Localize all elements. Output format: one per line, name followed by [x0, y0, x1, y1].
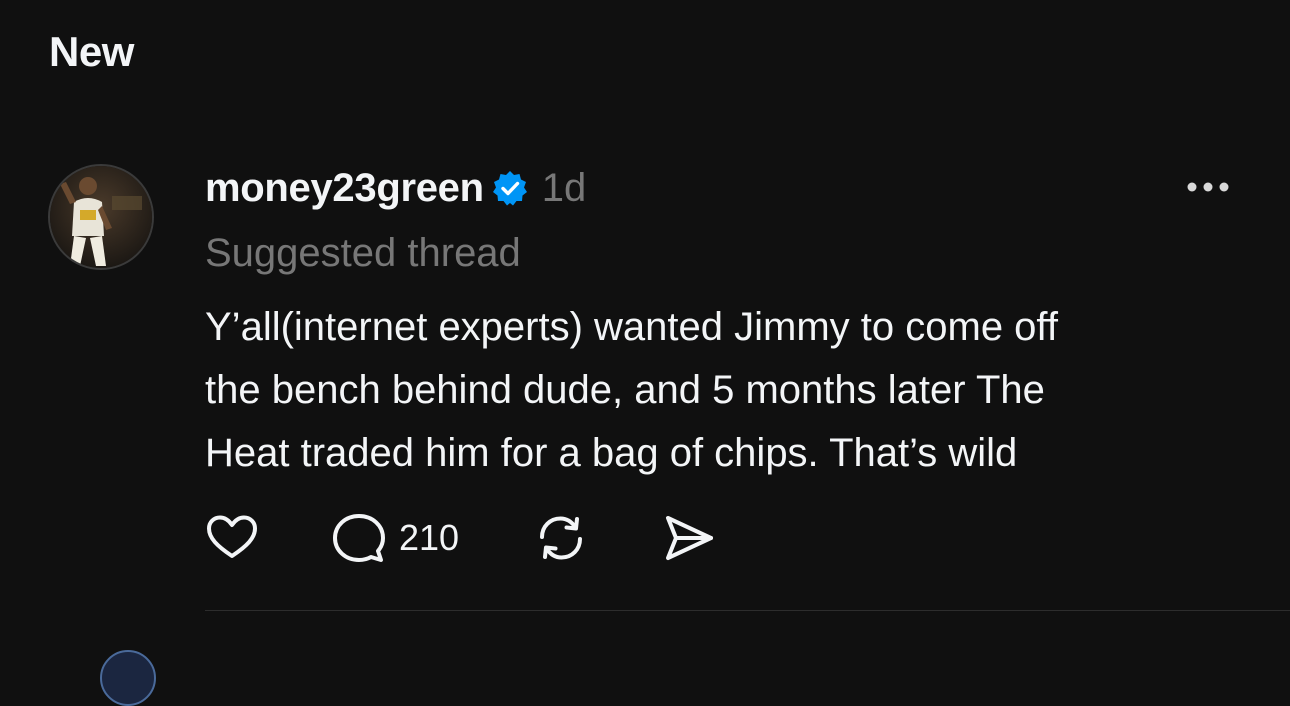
avatar[interactable] — [48, 164, 154, 270]
more-horizontal-icon — [1187, 182, 1229, 192]
heart-icon — [207, 515, 257, 558]
more-options-button[interactable] — [1183, 170, 1233, 204]
reply-count: 210 — [399, 517, 460, 558]
repost-button[interactable] — [535, 513, 587, 563]
post-divider — [205, 610, 1290, 611]
reply-button[interactable]: 210 — [333, 513, 459, 563]
post-actions: 210 — [205, 511, 715, 565]
post-text-line: Heat traded him for a bag of chips. That… — [205, 431, 1018, 475]
post-text: Y’all(internet experts) wanted Jimmy to … — [205, 296, 1265, 485]
share-button[interactable] — [663, 513, 715, 563]
send-icon — [666, 516, 714, 560]
comment-icon — [333, 514, 385, 562]
suggested-thread-label: Suggested thread — [205, 231, 521, 275]
post-header: money23green 1d — [205, 163, 586, 213]
next-post-avatar[interactable] — [100, 650, 156, 706]
timestamp: 1d — [541, 165, 587, 210]
username[interactable]: money23green — [205, 166, 484, 211]
repost-icon — [540, 516, 583, 560]
post-text-line: the bench behind dude, and 5 months late… — [205, 368, 1045, 412]
post-text-line: Y’all(internet experts) wanted Jimmy to … — [205, 305, 1058, 349]
section-title: New — [49, 28, 134, 75]
verified-badge-icon — [492, 170, 528, 206]
like-button[interactable] — [205, 514, 259, 562]
